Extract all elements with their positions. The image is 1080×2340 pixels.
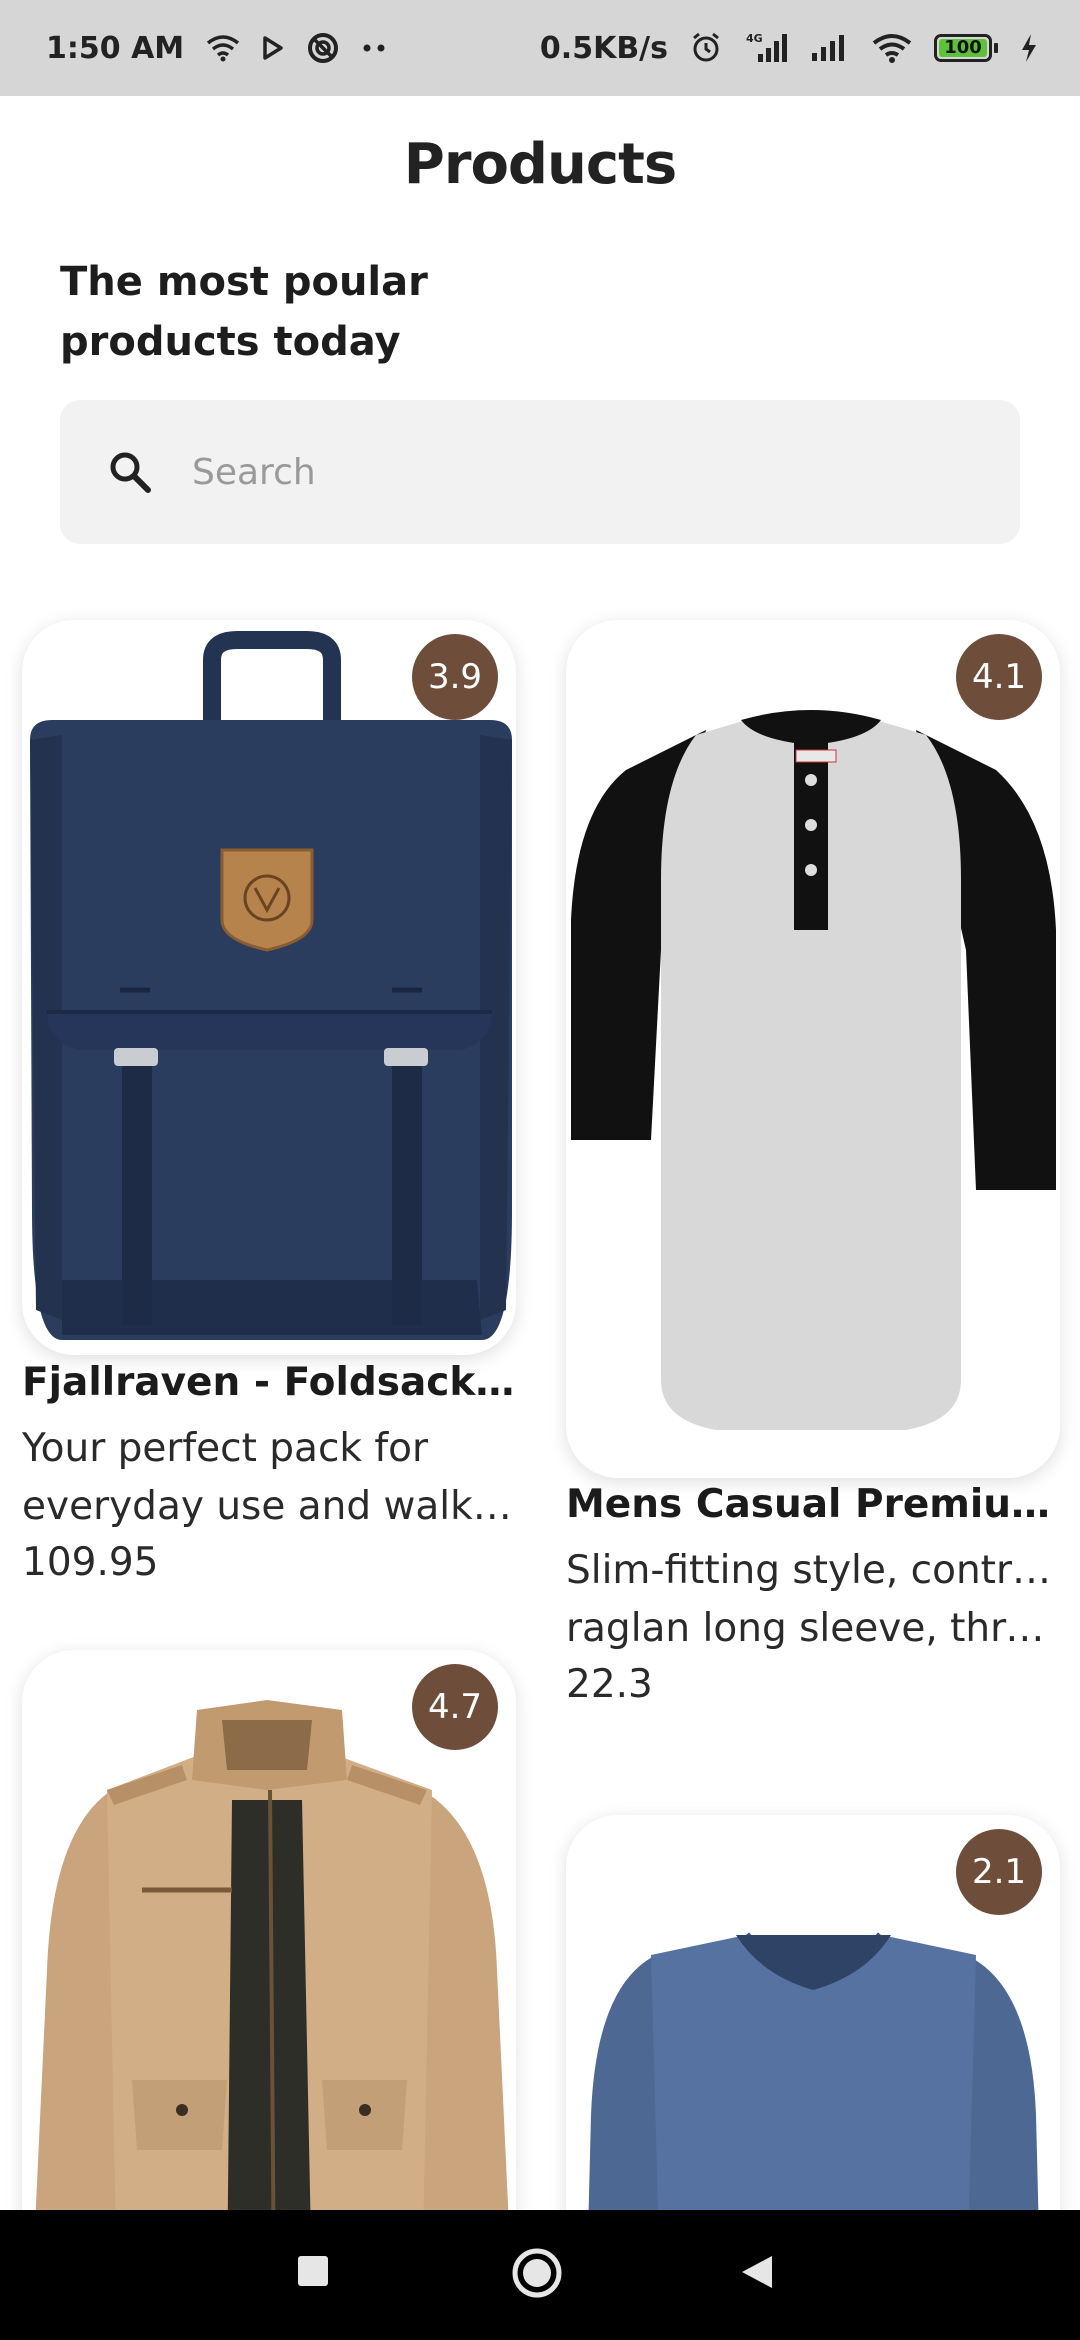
description-line-1: Slim-fitting style, contrast (566, 1548, 1060, 1593)
more-dots-icon (362, 43, 386, 53)
status-time: 1:50 AM (46, 30, 185, 66)
henley-shirt-image (571, 710, 1056, 1430)
description-line-2: raglan long sleeve, thre... (566, 1606, 1060, 1651)
rating-badge: 3.9 (412, 634, 498, 720)
status-left: 1:50 AM (46, 31, 386, 66)
product-title[interactable]: Mens Casual Premium S... (566, 1482, 1060, 1527)
alarm-icon (690, 32, 722, 64)
status-right: 0.5KB/s 4G 100 (540, 31, 1038, 66)
charging-icon (1020, 33, 1038, 63)
product-price: 22.3 (566, 1662, 653, 1707)
product-image[interactable] (22, 620, 516, 1355)
battery-level: 100 (939, 39, 987, 57)
search-input[interactable] (190, 450, 994, 494)
backpack-image (30, 631, 512, 1340)
svg-text:4G: 4G (746, 32, 763, 45)
page-subtitle: The most poular products today (60, 252, 480, 372)
search-bar[interactable] (60, 400, 1020, 544)
play-store-icon (262, 36, 284, 60)
subtitle-line-1: The most poular (60, 259, 428, 305)
product-title[interactable]: Fjallraven - Foldsack No.... (22, 1360, 516, 1405)
back-icon[interactable] (740, 2254, 774, 2290)
signal-icon (810, 33, 850, 63)
product-description: Your perfect pack for everyday use and w… (22, 1420, 516, 1536)
product-card[interactable]: 4.7 (22, 1650, 516, 2290)
home-icon[interactable] (510, 2246, 564, 2300)
status-bar: 1:50 AM 0.5KB/s 4G 100 (0, 0, 1080, 96)
description-line-2: everyday use and walks ... (22, 1484, 516, 1529)
product-card[interactable]: 4.1 Mens Casual Premium S... Slim-fittin… (566, 620, 1060, 1720)
product-card[interactable]: 3.9 Fjallraven - Foldsack No.... Your pe… (22, 620, 516, 1620)
recent-apps-icon[interactable] (296, 2254, 330, 2288)
product-price: 109.95 (22, 1540, 159, 1585)
search-icon[interactable] (98, 440, 162, 504)
page-title: Products (403, 132, 677, 197)
wifi-icon (872, 33, 912, 63)
navigation-bar (0, 2210, 1080, 2340)
product-image[interactable] (566, 620, 1060, 1478)
wifi-icon (206, 34, 240, 62)
network-speed: 0.5KB/s (539, 30, 668, 66)
rating-badge: 4.1 (956, 634, 1042, 720)
description-line-1: Your perfect pack for (22, 1426, 428, 1471)
sync-icon (306, 31, 340, 65)
subtitle-line-2: products today (60, 319, 401, 365)
product-card[interactable]: 2.1 (566, 1815, 1060, 2315)
product-description: Slim-fitting style, contrast raglan long… (566, 1542, 1060, 1658)
rating-badge: 2.1 (956, 1829, 1042, 1915)
signal-4g-icon: 4G (744, 32, 788, 64)
battery-icon: 100 (934, 34, 998, 62)
rating-badge: 4.7 (412, 1664, 498, 1750)
